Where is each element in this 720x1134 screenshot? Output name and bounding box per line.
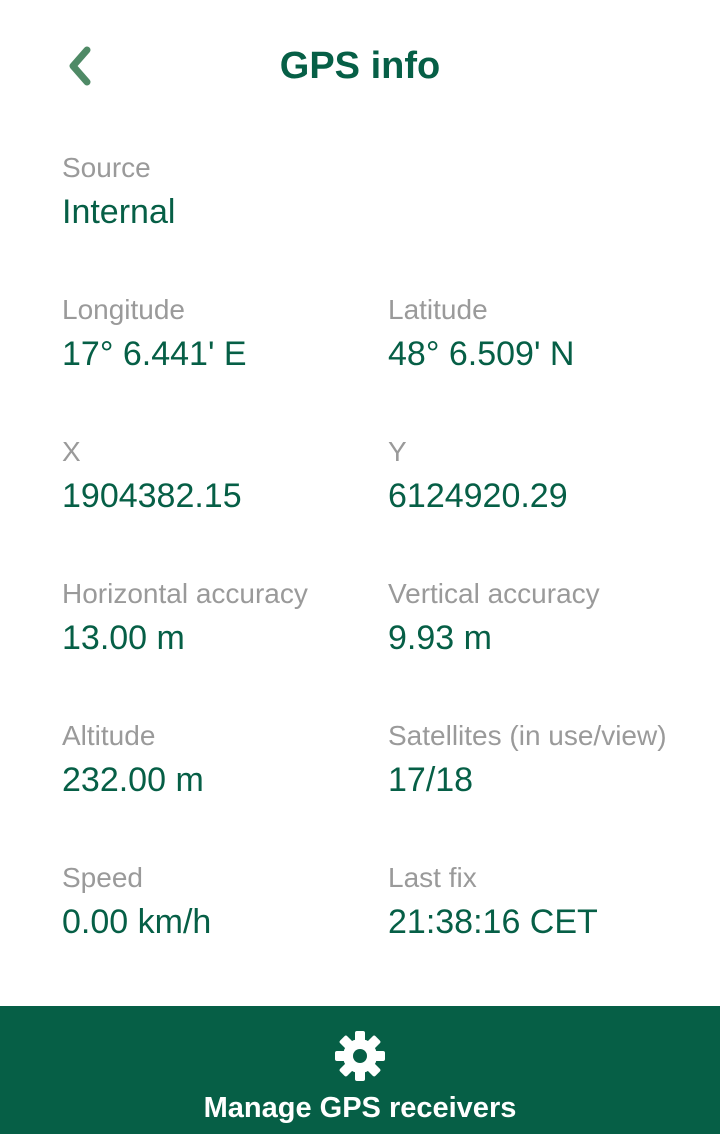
speed-label: Speed: [62, 862, 143, 893]
last-fix-label: Last fix: [388, 862, 477, 893]
vertical-accuracy-field: Vertical accuracy 9.93 m: [388, 576, 600, 660]
horizontal-accuracy-label: Horizontal accuracy: [62, 578, 308, 609]
last-fix-value: 21:38:16 CET: [388, 903, 598, 941]
manage-gps-receivers-label: Manage GPS receivers: [203, 1092, 517, 1124]
last-fix-field: Last fix 21:38:16 CET: [388, 860, 598, 944]
manage-gps-receivers-button[interactable]: Manage GPS receivers: [0, 1006, 720, 1134]
gear-icon: [335, 1031, 385, 1081]
vertical-accuracy-label: Vertical accuracy: [388, 578, 600, 609]
y-value: 6124920.29: [388, 477, 568, 515]
horizontal-accuracy-field: Horizontal accuracy 13.00 m: [62, 576, 308, 660]
x-field: X 1904382.15: [62, 434, 242, 518]
longitude-label: Longitude: [62, 294, 186, 325]
longitude-field: Longitude 17° 6.441' E: [62, 292, 247, 376]
x-value: 1904382.15: [62, 477, 242, 515]
altitude-field: Altitude 232.00 m: [62, 718, 204, 802]
satellites-field: Satellites (in use/view) 17/18: [388, 718, 667, 802]
source-field: Source Internal: [62, 150, 175, 234]
source-value: Internal: [62, 193, 176, 231]
source-label: Source: [62, 152, 151, 183]
latitude-value: 48° 6.509' N: [388, 335, 575, 373]
latitude-label: Latitude: [388, 294, 488, 325]
satellites-label: Satellites (in use/view): [388, 720, 667, 751]
speed-field: Speed 0.00 km/h: [62, 860, 211, 944]
page-title: GPS info: [279, 45, 441, 87]
speed-value: 0.00 km/h: [62, 903, 212, 941]
altitude-label: Altitude: [62, 720, 156, 751]
y-label: Y: [388, 436, 407, 467]
header: GPS info: [0, 0, 720, 130]
y-field: Y 6124920.29: [388, 434, 568, 518]
longitude-value: 17° 6.441' E: [62, 335, 247, 373]
latitude-field: Latitude 48° 6.509' N: [388, 292, 574, 376]
horizontal-accuracy-value: 13.00 m: [62, 619, 185, 657]
vertical-accuracy-value: 9.93 m: [388, 619, 492, 657]
satellites-value: 17/18: [388, 761, 474, 799]
x-label: X: [62, 436, 81, 467]
altitude-value: 232.00 m: [62, 761, 204, 799]
